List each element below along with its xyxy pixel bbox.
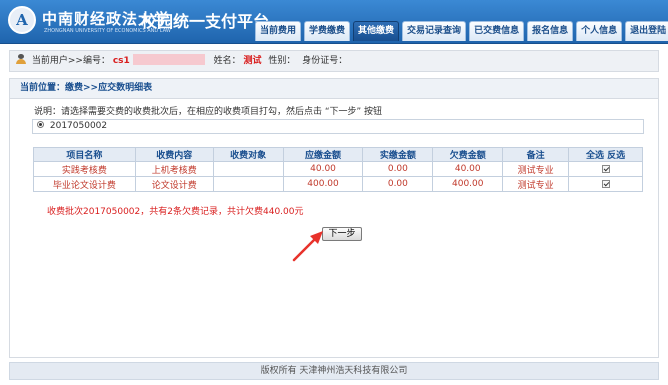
table-header-row: 项目名称 收费内容 收费对象 应缴金额 实缴金额 欠费金额 备注 全选 反选 <box>33 147 643 162</box>
system-title: 校园统一支付平台 <box>141 12 270 31</box>
cell-fee-target <box>212 161 284 177</box>
cell-fee-content: 论文设计费 <box>134 176 214 192</box>
idcard-label: 身份证号： <box>302 56 348 66</box>
select-all-toggle[interactable]: 全选 反选 <box>568 147 643 162</box>
user-info-bar: 当前用户>>编号： cs1 姓名： 测试 性别： 身份证号： <box>9 50 659 72</box>
user-icon <box>16 54 26 64</box>
cell-due-amount: 40.00 <box>282 161 364 177</box>
header-fee-target: 收费对象 <box>212 147 284 162</box>
summary-text: 收费批次2017050002，共有2条欠费记录，共计欠费440.00元 <box>47 207 304 217</box>
redacted-block <box>132 54 205 65</box>
red-arrow-icon <box>292 231 323 262</box>
header: A 中南财经政法大学 ZHONGNAN UNIVERSITY OF ECONOM… <box>0 0 668 44</box>
next-step-button[interactable]: 下一步 <box>322 227 362 241</box>
instruction-text: 说明：请选择需要交费的收费批次后，在相应的收费项目打勾，然后点击 “下一步” 按… <box>34 107 383 117</box>
cell-select <box>568 161 643 177</box>
header-remark: 备注 <box>502 147 570 162</box>
header-due-amount: 应缴金额 <box>282 147 364 162</box>
header-paid-amount: 实缴金额 <box>362 147 434 162</box>
user-name: 测试 <box>243 56 262 66</box>
main-nav: 当前费用 学费缴费 其他缴费 交易记录查询 已交费信息 报名信息 个人信息 退出… <box>255 21 668 41</box>
header-item-name: 项目名称 <box>33 147 136 162</box>
nav-logout[interactable]: 退出登陆 <box>625 21 668 41</box>
cell-select <box>568 176 643 192</box>
fee-table: 项目名称 收费内容 收费对象 应缴金额 实缴金额 欠费金额 备注 全选 反选 实… <box>33 147 643 192</box>
cell-remark: 测试专业 <box>502 161 570 177</box>
nav-other-payment[interactable]: 其他缴费 <box>353 21 400 41</box>
nav-current-fees[interactable]: 当前费用 <box>255 21 302 41</box>
breadcrumb: 当前位置：缴费>>应交数明细表 <box>10 79 658 99</box>
cell-item-name: 毕业论文设计费 <box>33 176 136 192</box>
nav-personal-info[interactable]: 个人信息 <box>576 21 623 41</box>
content-panel: 当前位置：缴费>>应交数明细表 说明：请选择需要交费的收费批次后，在相应的收费项… <box>9 78 659 358</box>
table-row: 毕业论文设计费 论文设计费 400.00 0.00 400.00 测试专业 <box>33 176 643 192</box>
copyright-text: 版权所有 天津神州浩天科技有限公司 <box>260 366 408 376</box>
gender-label: 性别： <box>268 56 296 66</box>
cell-owed-amount: 400.00 <box>432 176 504 192</box>
batch-row: 2017050002 <box>32 119 644 134</box>
nav-registration-info[interactable]: 报名信息 <box>527 21 574 41</box>
current-user-label: 当前用户>>编号： <box>31 56 110 66</box>
cell-due-amount: 400.00 <box>282 176 364 192</box>
header-fee-content: 收费内容 <box>134 147 214 162</box>
cell-owed-amount: 40.00 <box>432 161 504 177</box>
cell-fee-content: 上机考核费 <box>134 161 214 177</box>
batch-radio[interactable] <box>37 121 44 128</box>
footer: 版权所有 天津神州浩天科技有限公司 <box>9 362 659 380</box>
name-label: 姓名： <box>213 56 241 66</box>
user-id: cs1 <box>112 56 130 66</box>
university-logo-icon: A <box>8 6 36 34</box>
cell-paid-amount: 0.00 <box>362 176 434 192</box>
table-row: 实践考核费 上机考核费 40.00 0.00 40.00 测试专业 <box>33 161 643 177</box>
cell-remark: 测试专业 <box>502 176 570 192</box>
row-checkbox[interactable] <box>601 164 610 173</box>
cell-paid-amount: 0.00 <box>362 161 434 177</box>
cell-item-name: 实践考核费 <box>33 161 136 177</box>
nav-paid-info[interactable]: 已交费信息 <box>469 21 525 41</box>
cell-fee-target <box>212 176 284 192</box>
nav-tuition-payment[interactable]: 学费缴费 <box>304 21 351 41</box>
row-checkbox[interactable] <box>601 179 610 188</box>
nav-transaction-query[interactable]: 交易记录查询 <box>402 21 467 41</box>
header-owed-amount: 欠费金额 <box>432 147 504 162</box>
batch-label: 2017050002 <box>49 121 108 131</box>
